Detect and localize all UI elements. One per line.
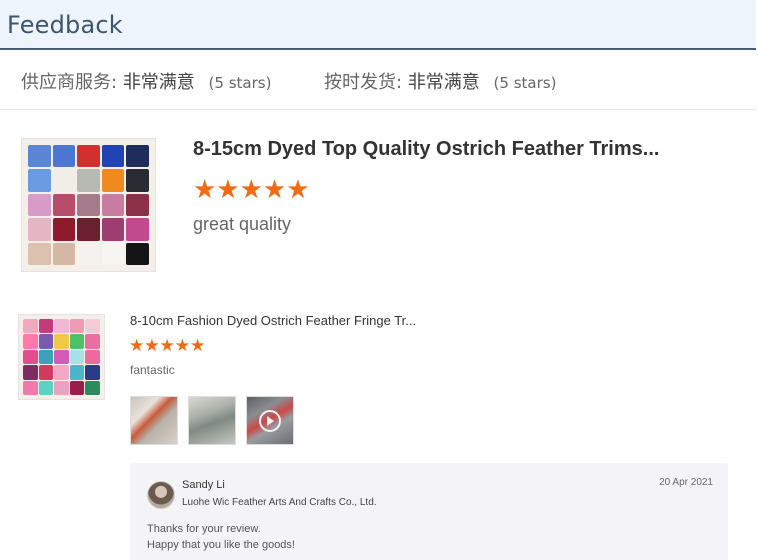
reply-author-name: Sandy Li xyxy=(182,479,225,491)
feather-swatch xyxy=(28,242,51,265)
review-photo-1[interactable] xyxy=(130,396,178,445)
feather-swatch xyxy=(38,319,54,334)
feather-swatch xyxy=(28,218,51,241)
rating-stars-text: (5 stars) xyxy=(493,74,557,92)
rating-value: 非常满意 xyxy=(407,72,480,93)
product-thumbnail-1[interactable] xyxy=(21,138,156,272)
play-icon xyxy=(259,410,281,432)
feather-swatch xyxy=(77,193,100,217)
feather-swatch xyxy=(23,349,38,365)
feedback-header: Feedback xyxy=(0,0,756,50)
ratings-summary: 供应商服务: 非常满意 (5 stars) 按时发货: 非常满意 (5 star… xyxy=(0,52,756,110)
feather-swatch xyxy=(101,169,125,192)
seller-reply: Sandy Li Luohe Wic Feather Arts And Craf… xyxy=(130,463,728,560)
feather-swatch xyxy=(52,169,76,192)
feather-swatch xyxy=(126,193,149,217)
product-thumbnail-2[interactable] xyxy=(18,314,105,400)
reply-company-name: Luohe Wic Feather Arts And Crafts Co., L… xyxy=(182,497,377,508)
feather-swatch xyxy=(23,365,38,380)
feather-swatch xyxy=(101,193,125,217)
feather-swatch xyxy=(38,365,54,380)
reply-date: 20 Apr 2021 xyxy=(659,477,713,488)
feather-swatch xyxy=(54,319,69,334)
review-text: great quality xyxy=(193,214,292,234)
feather-swatch xyxy=(52,145,76,168)
feather-swatch-grid xyxy=(23,319,100,395)
feather-swatch xyxy=(52,193,76,217)
feather-swatch xyxy=(54,349,69,365)
rating-stars-text: (5 stars) xyxy=(208,74,272,92)
feather-swatch xyxy=(77,145,100,168)
feather-swatch xyxy=(85,380,100,395)
feather-swatch xyxy=(85,319,100,334)
review-text: fantastic xyxy=(130,363,175,377)
feather-swatch xyxy=(69,380,85,395)
feather-swatch xyxy=(23,334,38,349)
feather-swatch xyxy=(54,334,69,349)
feather-swatch xyxy=(38,380,54,395)
feather-swatch xyxy=(28,169,51,192)
feather-swatch xyxy=(52,242,76,265)
feather-swatch-grid xyxy=(28,145,149,265)
reply-message-line: Happy that you like the goods! xyxy=(147,539,295,551)
page-title: Feedback xyxy=(7,11,123,39)
feather-swatch xyxy=(69,319,85,334)
rating-value: 非常满意 xyxy=(122,72,195,93)
star-rating-icons: ★★★★★ xyxy=(193,174,310,204)
feather-swatch xyxy=(54,365,69,380)
feather-swatch xyxy=(69,349,85,365)
feather-swatch xyxy=(126,242,149,265)
feather-swatch xyxy=(126,145,149,168)
rating-label: 按时发货: xyxy=(324,72,403,93)
feather-swatch xyxy=(77,242,100,265)
feather-swatch xyxy=(28,193,51,217)
rating-on-time-delivery: 按时发货: 非常满意 (5 stars) xyxy=(324,68,556,94)
product-title-1[interactable]: 8-15cm Dyed Top Quality Ostrich Feather … xyxy=(193,138,659,161)
feather-swatch xyxy=(126,169,149,192)
feather-swatch xyxy=(77,169,100,192)
feather-swatch xyxy=(126,218,149,241)
feather-swatch xyxy=(85,349,100,365)
avatar xyxy=(147,481,175,509)
product-title-2[interactable]: 8-10cm Fashion Dyed Ostrich Feather Frin… xyxy=(130,313,416,328)
reply-message-line: Thanks for your review. xyxy=(147,523,261,535)
feather-swatch xyxy=(69,334,85,349)
review-photo-2[interactable] xyxy=(188,396,236,445)
feather-swatch xyxy=(23,380,38,395)
feather-swatch xyxy=(38,334,54,349)
feather-swatch xyxy=(69,365,85,380)
feather-swatch xyxy=(54,380,69,395)
star-rating-icons: ★★★★★ xyxy=(129,336,206,355)
feather-swatch xyxy=(101,218,125,241)
review-video-3[interactable] xyxy=(246,396,294,445)
rating-supplier-service: 供应商服务: 非常满意 (5 stars) xyxy=(21,68,271,94)
feather-swatch xyxy=(101,145,125,168)
feather-swatch xyxy=(38,349,54,365)
feather-swatch xyxy=(23,319,38,334)
feather-swatch xyxy=(101,242,125,265)
feather-swatch xyxy=(85,365,100,380)
rating-label: 供应商服务: xyxy=(21,72,118,93)
feather-swatch xyxy=(52,218,76,241)
feather-swatch xyxy=(77,218,100,241)
feather-swatch xyxy=(28,145,51,168)
feather-swatch xyxy=(85,334,100,349)
